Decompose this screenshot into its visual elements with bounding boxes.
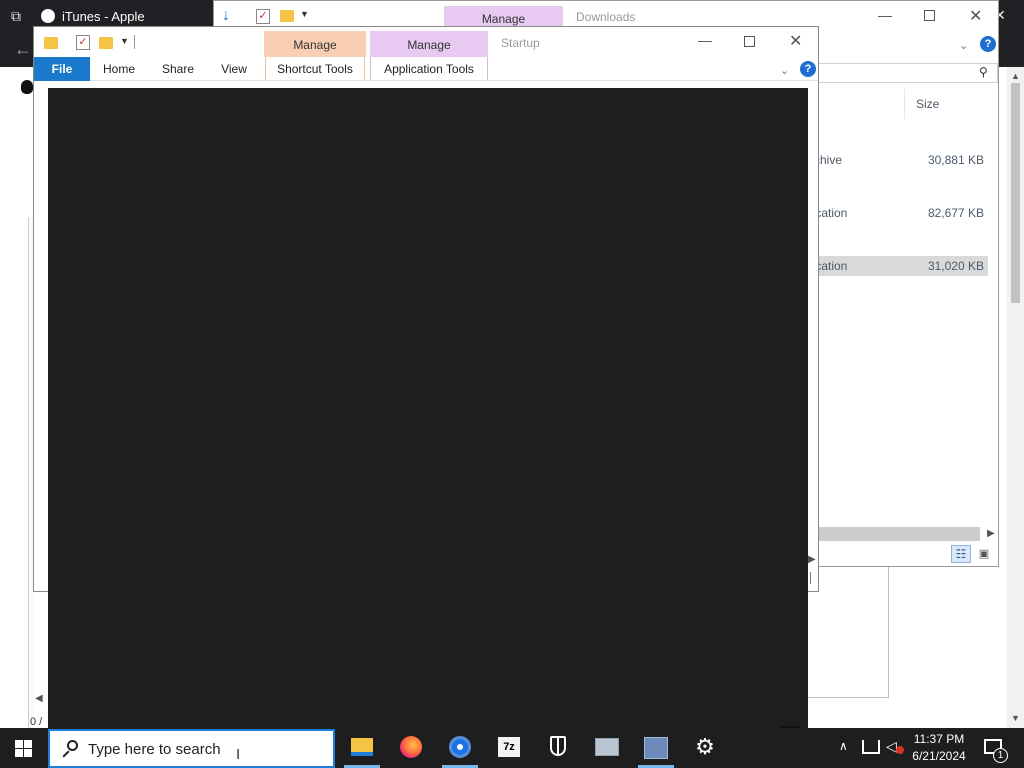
help-icon[interactable]: ? [800, 61, 816, 77]
ribbon-expand-chevron-icon[interactable]: ⌄ [780, 64, 789, 77]
manage-application-group[interactable]: Manage [370, 31, 488, 59]
scrollbar-thumb[interactable] [1011, 83, 1020, 303]
large-icons-view-icon[interactable]: ▣ [976, 547, 992, 561]
file-size: 82,677 KB [927, 206, 984, 220]
text-cursor-icon: I [236, 746, 241, 763]
file-size: 31,020 KB [927, 259, 984, 273]
tab-search-icon[interactable]: ⧉ [6, 7, 26, 25]
taskbar: Type here to search I 7z ⚙ ∧ ◁ 11:37 PM … [0, 728, 1024, 768]
tab-file[interactable]: File [34, 57, 90, 81]
content-edge-mark [810, 572, 811, 584]
7zip-icon: 7z [498, 737, 520, 757]
network-icon[interactable] [862, 740, 880, 754]
scroll-left-arrow-icon[interactable]: ◀ [35, 693, 43, 704]
taskbar-chrome[interactable] [436, 728, 484, 768]
taskbar-network-app[interactable] [583, 728, 631, 768]
new-folder-icon[interactable] [99, 37, 113, 49]
apple-favicon-icon [41, 9, 55, 23]
firefox-icon [400, 736, 422, 758]
size-column-header[interactable]: Size [916, 97, 939, 111]
download-arrow-icon[interactable]: ↓ [222, 7, 230, 25]
ribbon-tab-bar: File Home Share View Shortcut Tools Appl… [34, 57, 818, 81]
scroll-right-arrow-icon[interactable]: ▶ [808, 554, 816, 565]
chrome-icon [449, 736, 471, 758]
taskbar-settings[interactable]: ⚙ [681, 728, 729, 768]
taskbar-7zip[interactable]: 7z [485, 728, 533, 768]
taskbar-firefox[interactable] [387, 728, 435, 768]
taskbar-clock[interactable]: 11:37 PM 6/21/2024 [906, 731, 972, 765]
windows-logo-icon [15, 740, 32, 757]
browser-tab-title[interactable]: iTunes - Apple [62, 9, 145, 24]
start-button[interactable] [0, 728, 48, 768]
close-icon[interactable]: ✕ [969, 6, 982, 26]
help-icon[interactable]: ? [980, 36, 996, 52]
properties-check-icon[interactable]: ✓ [76, 35, 90, 50]
tab-view[interactable]: View [214, 57, 254, 81]
minimize-icon[interactable]: — [878, 7, 892, 23]
startup-window-title: Startup [501, 36, 540, 50]
tab-application-tools[interactable]: Application Tools [370, 57, 488, 81]
file-row[interactable]: lication 82,677 KB [806, 203, 988, 223]
scroll-up-arrow-icon[interactable]: ▲ [1011, 71, 1020, 81]
apple-logo-icon[interactable] [21, 80, 33, 94]
file-size: 30,881 KB [927, 153, 984, 167]
black-overlay-panel [48, 88, 808, 730]
taskbar-grid-app[interactable] [632, 728, 680, 768]
close-icon[interactable]: ✕ [789, 31, 802, 51]
taskbar-search-box[interactable]: Type here to search I [48, 729, 335, 768]
quick-access-dropdown-icon[interactable]: ▼ [120, 36, 129, 46]
tab-home[interactable]: Home [96, 57, 142, 81]
details-view-icon[interactable]: ☷ [951, 545, 971, 563]
network-app-icon [595, 738, 619, 756]
tab-share[interactable]: Share [155, 57, 201, 81]
browser-vertical-scrollbar[interactable]: ▲ ▼ [1007, 67, 1024, 728]
show-hidden-icons-chevron-icon[interactable]: ∧ [839, 739, 848, 753]
scroll-right-arrow-icon[interactable]: ▶ [987, 528, 995, 539]
file-explorer-icon [351, 738, 373, 756]
volume-muted-icon[interactable]: ◁ [886, 738, 904, 755]
clock-date: 6/21/2024 [912, 749, 966, 763]
back-arrow-icon[interactable]: ← [14, 39, 32, 60]
new-folder-icon[interactable] [280, 10, 294, 22]
shield-icon [550, 736, 566, 756]
ribbon-expand-chevron-icon[interactable]: ⌄ [959, 39, 968, 52]
search-icon: ⚲ [979, 65, 988, 79]
manage-shortcut-group[interactable]: Manage [264, 31, 366, 59]
column-divider[interactable] [904, 89, 905, 119]
file-row-selected[interactable]: lication 31,020 KB [806, 256, 988, 276]
taskbar-security[interactable] [534, 728, 582, 768]
downloads-search-input[interactable]: ⚲ [804, 63, 998, 83]
search-icon [61, 738, 81, 758]
search-placeholder: Type here to search [88, 741, 221, 758]
downloads-window-title: Downloads [576, 10, 636, 24]
toolbar-separator [134, 35, 135, 49]
tab-shortcut-tools[interactable]: Shortcut Tools [265, 57, 365, 81]
quick-access-dropdown-icon[interactable]: ▼ [300, 9, 309, 19]
gear-icon: ⚙ [695, 734, 715, 759]
browser-status-text: 0 / [30, 716, 43, 728]
minimize-icon[interactable]: — [698, 32, 712, 48]
startup-titlebar: ✓ ▼ Manage Manage Startup — ✕ [34, 27, 818, 59]
file-row[interactable]: rchive 30,881 KB [806, 150, 988, 170]
taskbar-file-explorer[interactable] [338, 728, 386, 768]
properties-check-icon[interactable]: ✓ [256, 9, 270, 24]
folder-icon[interactable] [44, 37, 58, 49]
scroll-down-arrow-icon[interactable]: ▼ [1011, 713, 1020, 723]
horizontal-scrollbar[interactable] [806, 527, 980, 541]
clock-time: 11:37 PM [913, 732, 965, 746]
maximize-icon[interactable] [924, 10, 935, 21]
maximize-icon[interactable] [744, 36, 755, 47]
notification-count-badge: 1 [993, 748, 1008, 763]
grid-app-icon [644, 737, 668, 759]
